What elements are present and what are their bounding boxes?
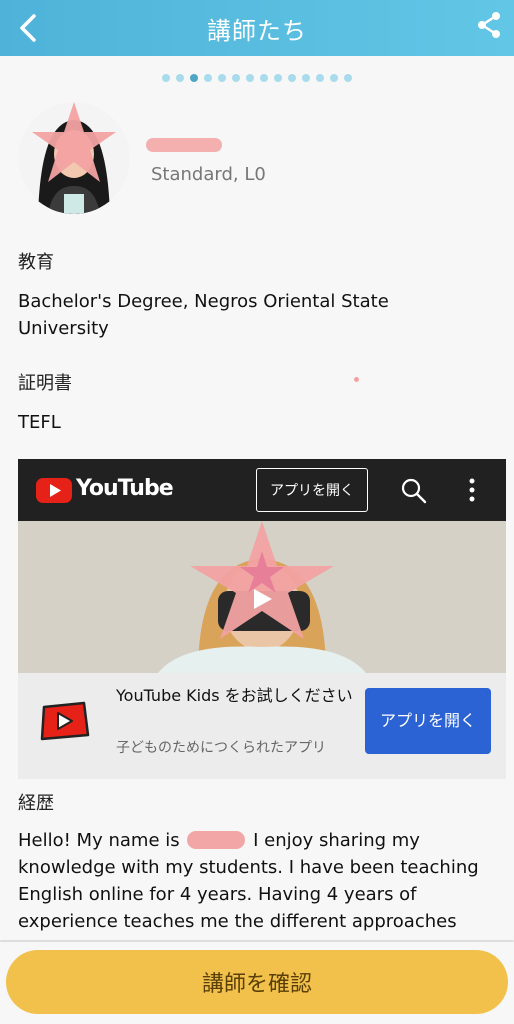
pager-dot[interactable]: [302, 74, 310, 82]
avatar: [18, 102, 130, 214]
pager-dot[interactable]: [204, 74, 212, 82]
youtube-toolbar: YouTube アプリを開く: [18, 459, 506, 521]
pager-dot[interactable]: [316, 74, 324, 82]
page-title: 講師たち: [207, 16, 307, 45]
open-app-button[interactable]: アプリを開く: [256, 468, 368, 512]
search-icon[interactable]: [400, 477, 428, 505]
chevron-left-icon: [20, 14, 36, 42]
history-label: 経歴: [18, 793, 54, 814]
pager-dot[interactable]: [176, 74, 184, 82]
more-menu-icon[interactable]: [468, 477, 476, 503]
pager-dot[interactable]: [190, 74, 198, 82]
carousel-pager[interactable]: [0, 74, 514, 84]
kids-open-app-button[interactable]: アプリを開く: [365, 688, 491, 754]
name-redaction: [187, 831, 246, 849]
teacher-name-redaction: [146, 138, 222, 152]
pager-dot[interactable]: [260, 74, 268, 82]
teacher-level: Standard, L0: [151, 164, 266, 185]
pager-dot[interactable]: [330, 74, 338, 82]
pager-dot[interactable]: [344, 74, 352, 82]
youtube-kids-icon: [38, 701, 90, 741]
pager-dot[interactable]: [232, 74, 240, 82]
kids-promo-title: YouTube Kids をお試しください: [116, 686, 353, 705]
share-icon: [478, 12, 500, 38]
pager-dot[interactable]: [246, 74, 254, 82]
back-button[interactable]: [16, 8, 40, 48]
certificate-value: TEFL: [18, 412, 61, 433]
youtube-embed[interactable]: YouTube アプリを開く YouTube Kids をお試しください 子ども…: [18, 459, 506, 779]
pager-dot[interactable]: [218, 74, 226, 82]
youtube-kids-promo: YouTube Kids をお試しください 子どものためにつくられたアプリ アプ…: [18, 673, 506, 779]
decorative-dot: [354, 377, 359, 382]
video-thumbnail[interactable]: [18, 521, 506, 673]
share-button[interactable]: [476, 10, 502, 40]
education-label: 教育: [18, 252, 54, 273]
footer-divider: [0, 940, 514, 942]
pager-dot[interactable]: [162, 74, 170, 82]
education-value: Bachelor's Degree, Negros Oriental State…: [18, 291, 389, 339]
kids-promo-subtitle: 子どものためにつくられたアプリ: [116, 740, 326, 756]
history-text-start: Hello! My name is: [18, 830, 180, 851]
certificate-label: 証明書: [18, 373, 72, 394]
pager-dot[interactable]: [288, 74, 296, 82]
top-bar: 講師たち: [0, 0, 514, 56]
youtube-logo-icon: [36, 478, 72, 503]
pager-dot[interactable]: [274, 74, 282, 82]
history-text: Hello! My name is I enjoy sharing my kno…: [18, 827, 498, 935]
confirm-teacher-button[interactable]: 講師を確認: [6, 950, 508, 1014]
youtube-brand: YouTube: [76, 476, 174, 501]
